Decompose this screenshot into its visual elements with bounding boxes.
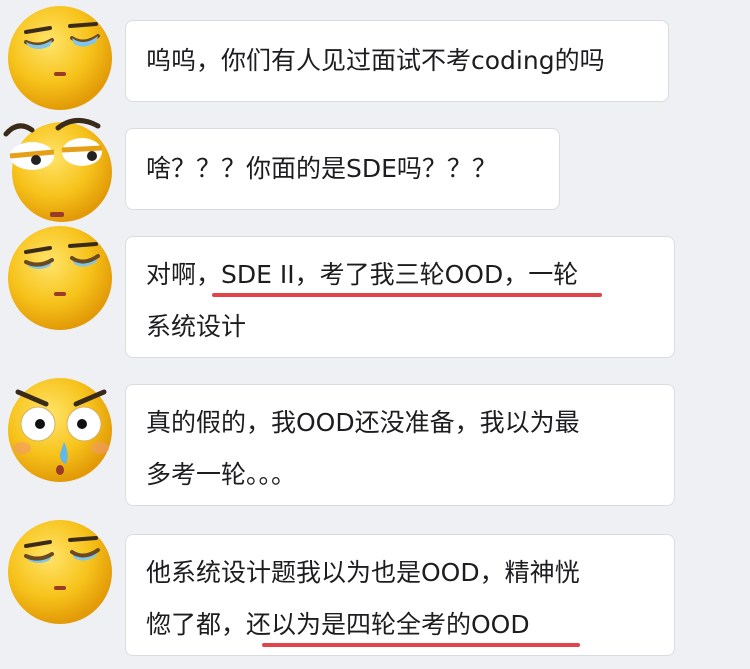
message-text: 呜呜，你们有人见过面试不考coding的吗 xyxy=(146,46,605,75)
skeptical-emoji-avatar[interactable] xyxy=(2,112,114,224)
squinting-emoji-avatar[interactable] xyxy=(4,2,116,114)
squinting-emoji-avatar[interactable] xyxy=(4,222,116,334)
message-bubble: 真的假的，我OOD还没准备，我以为最 多考一轮。。。 xyxy=(125,384,675,506)
message-text: 真的假的，我OOD还没准备，我以为最 xyxy=(146,408,580,437)
message-row: 对啊，SDE II，考了我三轮OOD，一轮 系统设计 xyxy=(0,218,750,358)
message-text: 多考一轮。。。 xyxy=(146,460,297,489)
message-bubble: 呜呜，你们有人见过面试不考coding的吗 xyxy=(125,20,669,102)
message-text: 系统设计 xyxy=(146,312,247,341)
message-bubble: 啥？？？你面的是SDE吗？？？ xyxy=(125,128,560,210)
red-underline xyxy=(212,293,602,297)
shocked-sweating-emoji-avatar[interactable] xyxy=(4,372,116,484)
message-row: 真的假的，我OOD还没准备，我以为最 多考一轮。。。 xyxy=(0,368,750,508)
message-text: 啥？？？你面的是SDE吗？？？ xyxy=(146,154,497,183)
squinting-emoji-avatar[interactable] xyxy=(4,516,116,628)
red-underline xyxy=(262,643,580,647)
message-row: 啥？？？你面的是SDE吗？？？ xyxy=(0,108,750,222)
message-row: 他系统设计题我以为也是OOD，精神恍 惚了都，还以为是四轮全考的OOD xyxy=(0,512,750,669)
message-bubble: 对啊，SDE II，考了我三轮OOD，一轮 系统设计 xyxy=(125,236,675,358)
message-row: 呜呜，你们有人见过面试不考coding的吗 xyxy=(0,0,750,112)
message-text: 他系统设计题我以为也是OOD，精神恍 xyxy=(146,558,580,587)
message-bubble: 他系统设计题我以为也是OOD，精神恍 惚了都，还以为是四轮全考的OOD xyxy=(125,534,675,656)
